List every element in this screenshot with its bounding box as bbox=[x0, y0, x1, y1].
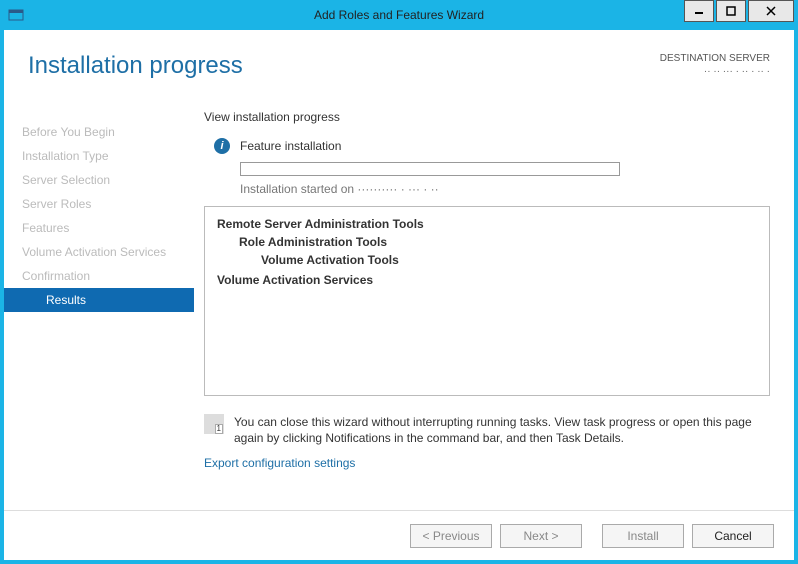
sidebar-item-before-you-begin: Before You Begin bbox=[4, 120, 194, 144]
main-panel: View installation progress i Feature ins… bbox=[194, 110, 794, 510]
info-icon: i bbox=[214, 138, 230, 154]
result-line-3: Volume Activation Services bbox=[217, 273, 757, 287]
install-started-text: Installation started on ·········· · ···… bbox=[240, 182, 770, 196]
close-button[interactable] bbox=[748, 0, 794, 22]
header: Installation progress DESTINATION SERVER… bbox=[4, 30, 794, 98]
maximize-button[interactable] bbox=[716, 0, 746, 22]
install-button: Install bbox=[602, 524, 684, 548]
footer: < Previous Next > Install Cancel bbox=[4, 510, 794, 560]
sidebar-item-results: Results bbox=[4, 288, 194, 312]
progress-wrap bbox=[240, 162, 770, 176]
next-button: Next > bbox=[500, 524, 582, 548]
sidebar-item-server-selection: Server Selection bbox=[4, 168, 194, 192]
sidebar-item-installation-type: Installation Type bbox=[4, 144, 194, 168]
wizard-window: Add Roles and Features Wizard Installati… bbox=[0, 0, 798, 564]
result-line-1: Role Administration Tools bbox=[239, 235, 757, 249]
feature-status-row: i Feature installation bbox=[214, 138, 770, 154]
sidebar-item-confirmation: Confirmation bbox=[4, 264, 194, 288]
destination-block: DESTINATION SERVER ·· ·· ··· · ·· · ·· · bbox=[660, 52, 770, 78]
app-icon bbox=[8, 7, 24, 23]
sidebar-item-features: Features bbox=[4, 216, 194, 240]
page-title: Installation progress bbox=[28, 52, 243, 80]
export-config-link[interactable]: Export configuration settings bbox=[204, 456, 770, 470]
window-controls bbox=[682, 0, 794, 22]
titlebar: Add Roles and Features Wizard bbox=[0, 0, 798, 30]
previous-button: < Previous bbox=[410, 524, 492, 548]
sidebar: Before You Begin Installation Type Serve… bbox=[4, 110, 194, 510]
progress-bar bbox=[240, 162, 620, 176]
feature-status-text: Feature installation bbox=[240, 139, 341, 153]
result-line-0: Remote Server Administration Tools bbox=[217, 217, 757, 231]
cancel-button[interactable]: Cancel bbox=[692, 524, 774, 548]
minimize-button[interactable] bbox=[684, 0, 714, 22]
destination-value: ·· ·· ··· · ·· · ·· · bbox=[660, 65, 770, 78]
results-box: Remote Server Administration Tools Role … bbox=[204, 206, 770, 396]
sidebar-item-server-roles: Server Roles bbox=[4, 192, 194, 216]
hint-text: You can close this wizard without interr… bbox=[234, 414, 770, 446]
destination-label: DESTINATION SERVER bbox=[660, 52, 770, 65]
body: Before You Begin Installation Type Serve… bbox=[4, 110, 794, 510]
section-label: View installation progress bbox=[204, 110, 770, 124]
sidebar-item-volume-activation: Volume Activation Services bbox=[4, 240, 194, 264]
flag-icon bbox=[204, 414, 224, 434]
client-area: Installation progress DESTINATION SERVER… bbox=[4, 30, 794, 560]
window-title: Add Roles and Features Wizard bbox=[0, 8, 798, 22]
result-line-2: Volume Activation Tools bbox=[261, 253, 757, 267]
hint-row: You can close this wizard without interr… bbox=[204, 414, 770, 446]
